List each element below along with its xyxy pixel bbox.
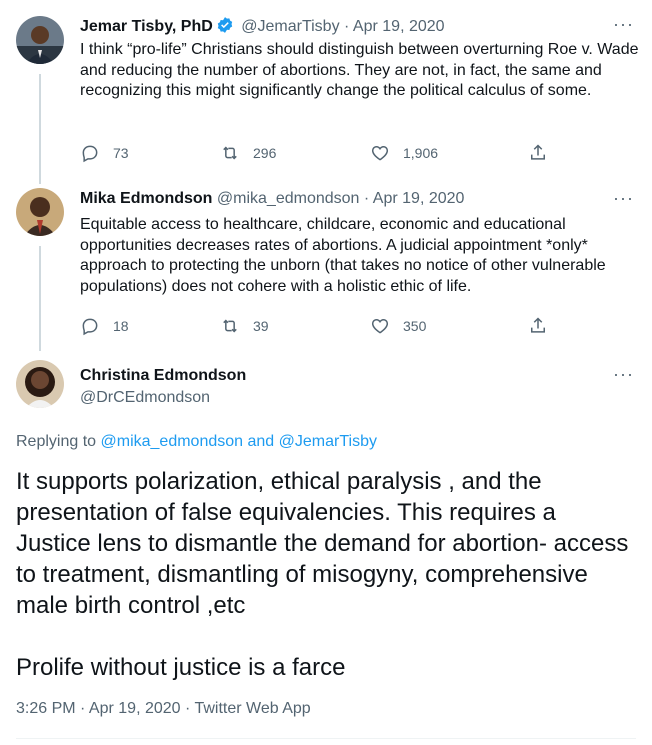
- like-icon: [371, 145, 389, 161]
- divider: [16, 738, 636, 739]
- tweet-actions: 18 39 350: [80, 316, 550, 338]
- main-tweet-text: It supports polarization, ethical paraly…: [16, 466, 636, 683]
- more-icon[interactable]: ···: [613, 14, 634, 35]
- avatar[interactable]: [16, 360, 64, 408]
- avatar[interactable]: [16, 188, 64, 236]
- retweet-button[interactable]: 39: [220, 316, 269, 336]
- replying-prefix: Replying to: [16, 433, 97, 450]
- retweet-button[interactable]: 296: [220, 143, 276, 163]
- author-handle[interactable]: @mika_edmondson: [217, 190, 360, 207]
- main-tweet-paragraph: It supports polarization, ethical paraly…: [16, 468, 629, 619]
- avatar-image: [16, 188, 64, 236]
- tweet-actions: 73 296 1,906: [80, 143, 550, 165]
- more-icon[interactable]: ···: [613, 364, 634, 385]
- tweet-text: I think “pro-life” Christians should dis…: [80, 41, 639, 99]
- tweet-date[interactable]: Apr 19, 2020: [373, 190, 465, 207]
- mention-and: and: [247, 433, 275, 450]
- author-name[interactable]: Mika Edmondson: [80, 190, 212, 207]
- reply-button[interactable]: 73: [80, 143, 129, 163]
- reply-icon: [82, 318, 98, 336]
- share-button[interactable]: [528, 316, 561, 336]
- mention-link[interactable]: @JemarTisby: [279, 433, 377, 450]
- dot-separator: ·: [363, 190, 370, 207]
- like-count: 350: [403, 318, 427, 334]
- avatar-image: [16, 16, 64, 64]
- reply-icon: [82, 145, 98, 163]
- like-button[interactable]: 1,906: [370, 143, 438, 163]
- main-tweet-paragraph: Prolife without justice is a farce: [16, 654, 346, 681]
- retweet-icon: [223, 146, 237, 160]
- reply-button[interactable]: 18: [80, 316, 129, 336]
- share-icon: [531, 317, 545, 333]
- tweet-date[interactable]: Apr 19, 2020: [353, 18, 445, 35]
- like-icon: [371, 318, 389, 334]
- main-author-handle[interactable]: @DrCEdmondson: [80, 389, 210, 407]
- tweet-header: Mika Edmondson @mika_edmondson · Apr 19,…: [80, 190, 464, 208]
- verified-badge-icon: [216, 16, 234, 39]
- tweet-jemar[interactable]: Jemar Tisby, PhD @JemarTisby · Apr 19, 2…: [0, 0, 652, 180]
- avatar[interactable]: [16, 16, 64, 64]
- reply-count: 73: [113, 145, 129, 161]
- like-count: 1,906: [403, 145, 439, 161]
- author-handle[interactable]: @JemarTisby: [241, 18, 339, 35]
- more-icon[interactable]: ···: [613, 188, 634, 209]
- like-button[interactable]: 350: [370, 316, 426, 336]
- main-author-name[interactable]: Christina Edmondson: [80, 367, 246, 385]
- tweet-mika[interactable]: Mika Edmondson @mika_edmondson · Apr 19,…: [0, 180, 652, 350]
- retweet-count: 39: [253, 318, 269, 334]
- dot-separator: ·: [344, 18, 350, 35]
- mention-link[interactable]: @mika_edmondson: [101, 433, 244, 450]
- tweet-header: Jemar Tisby, PhD @JemarTisby · Apr 19, 2…: [80, 16, 445, 39]
- tweet-text: Equitable access to healthcare, childcar…: [80, 216, 606, 295]
- avatar-image: [16, 360, 64, 408]
- author-name[interactable]: Jemar Tisby, PhD: [80, 18, 213, 35]
- share-button[interactable]: [528, 143, 561, 163]
- replying-to: Replying to @mika_edmondson and @JemarTi…: [16, 433, 377, 451]
- retweet-icon: [223, 319, 237, 333]
- retweet-count: 296: [253, 145, 277, 161]
- reply-count: 18: [113, 318, 129, 334]
- share-icon: [531, 144, 545, 160]
- tweet-timestamp[interactable]: 3:26 PM · Apr 19, 2020 · Twitter Web App: [16, 700, 311, 718]
